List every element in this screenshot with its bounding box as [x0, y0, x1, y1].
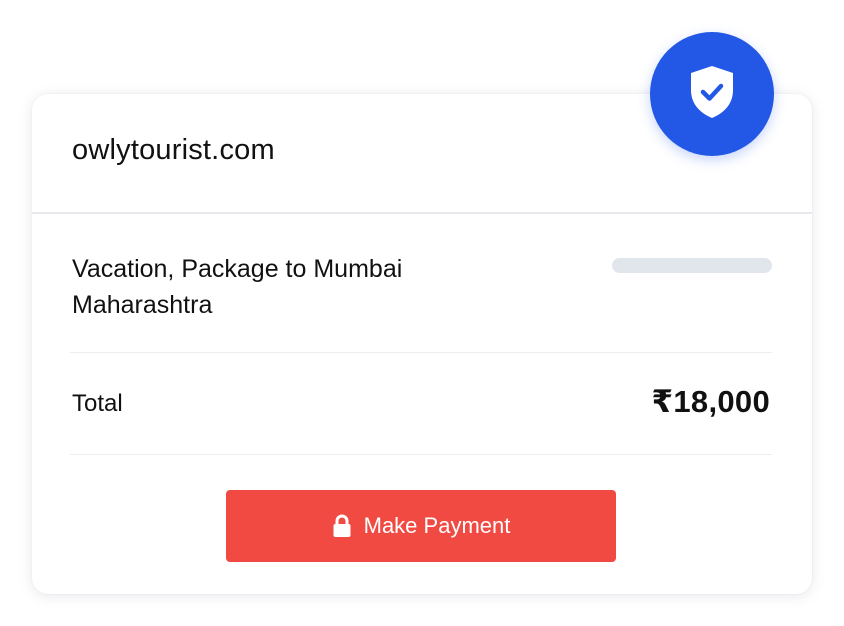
- total-label: Total: [72, 390, 123, 417]
- make-payment-button[interactable]: Make Payment: [226, 490, 616, 562]
- merchant-site-name: owlytourist.com: [72, 134, 275, 166]
- order-item-description: Vacation, Package to Mumbai Maharashtra: [72, 255, 403, 319]
- shield-check-icon: [686, 63, 738, 126]
- lock-icon: [332, 514, 352, 538]
- item-divider: [70, 352, 772, 353]
- header-divider: [32, 212, 812, 214]
- loading-placeholder-bar: [612, 258, 772, 273]
- make-payment-label: Make Payment: [363, 513, 511, 538]
- checkout-card: owlytourist.com Vacation, Package to Mum…: [32, 94, 812, 594]
- page: owlytourist.com Vacation, Package to Mum…: [0, 0, 844, 626]
- security-badge: [650, 32, 774, 156]
- total-amount: ₹18,000: [651, 384, 770, 419]
- total-divider: [70, 454, 772, 455]
